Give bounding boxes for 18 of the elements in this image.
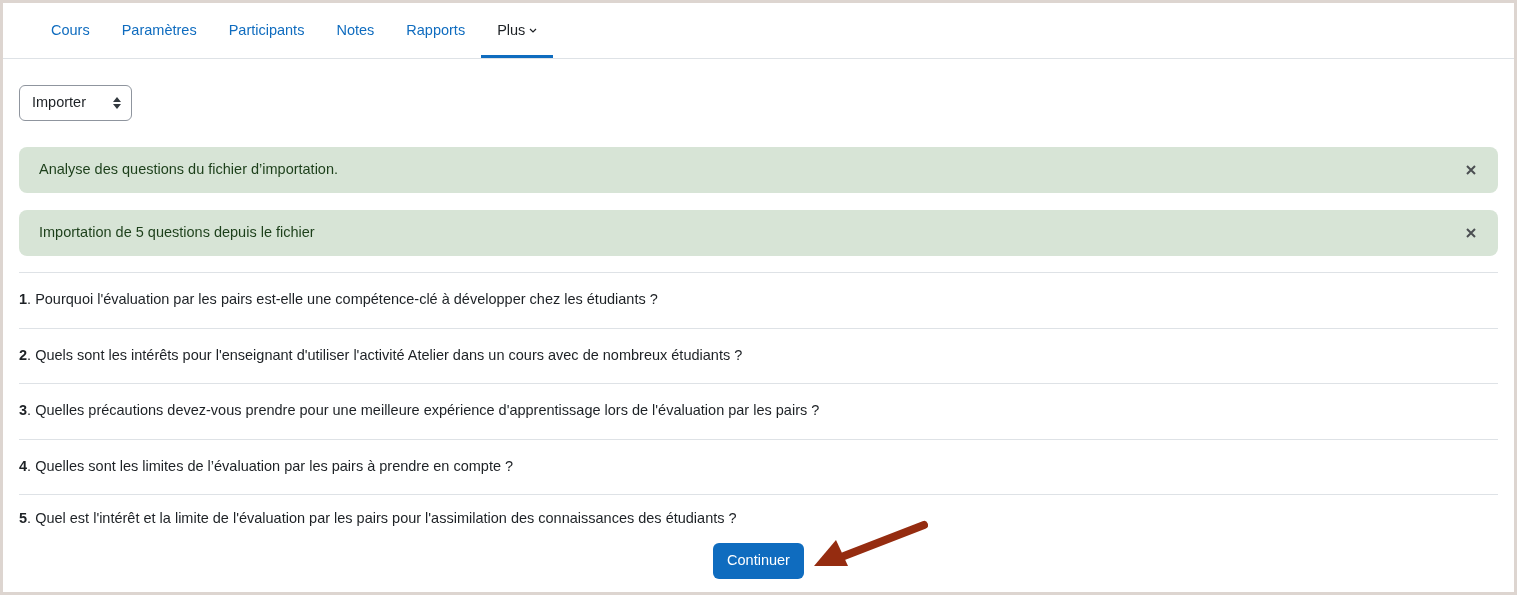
nav-tab[interactable]: Cours [35, 3, 106, 58]
question-text: 2. Quels sont les intérêts pour l'enseignant d'utiliser l'activité Atelier dans un cours avec de nombreux étudiants ? [19, 345, 743, 365]
question-text: 1. Pourquoi l'évaluation par les pairs est-elle une compétence-clé à développer chez les étudiants ? [19, 290, 658, 310]
alert-text: Importation de 5 questions depuis le fichier [39, 223, 315, 243]
question-text: 5. Quel est l'intérêt et la limite de l'évaluation par les pairs pour l'assimilation des connaissances des étudiants ? [19, 509, 737, 529]
question-text: 3. Quelles précautions devez-vous prendre pour une meilleure expérience d'apprentissage lors de l'évaluation par les pairs ? [19, 401, 820, 421]
nav-tab[interactable]: Paramètres [105, 3, 213, 58]
alert-text: Analyse des questions du fichier d’importation. [39, 160, 339, 180]
nav-tab[interactable]: Plus [481, 3, 554, 58]
continue-button[interactable]: Continuer [713, 543, 804, 579]
close-icon[interactable] [1466, 165, 1476, 175]
question-text: 4. Quelles sont les limites de l’évaluation par les pairs à prendre en compte ? [19, 456, 514, 476]
nav-tab[interactable]: Rapports [390, 3, 482, 58]
nav-tab[interactable]: Participants [212, 3, 321, 58]
nav-tab[interactable]: Notes [320, 3, 391, 58]
sort-icon [113, 97, 121, 109]
import-select[interactable]: Importer [19, 85, 132, 121]
close-icon[interactable] [1466, 228, 1476, 238]
